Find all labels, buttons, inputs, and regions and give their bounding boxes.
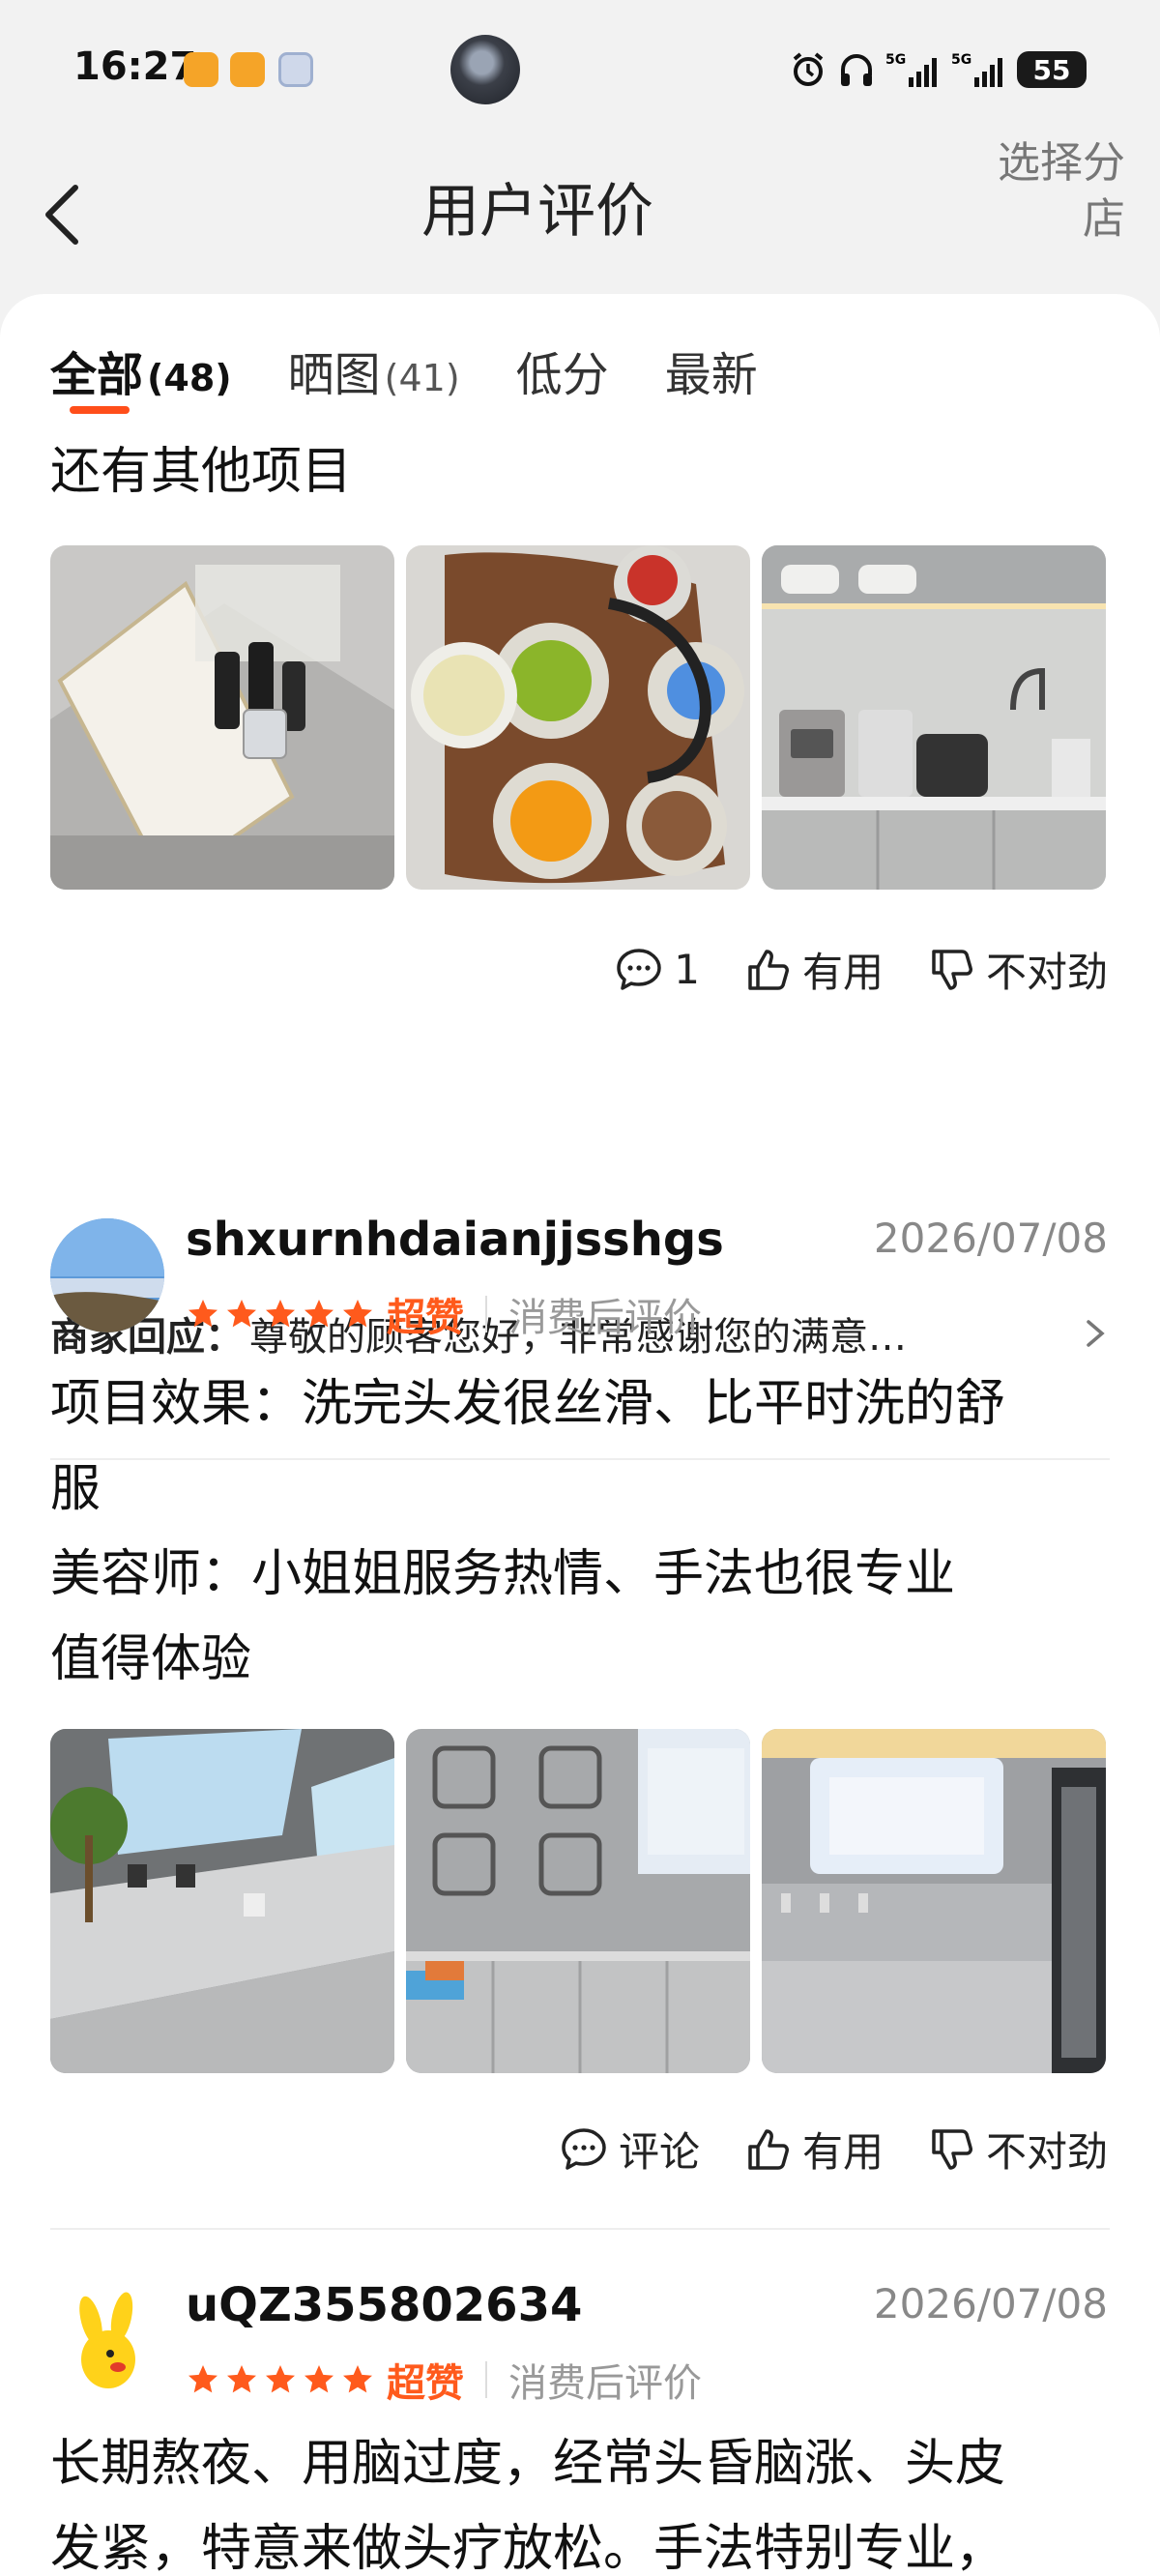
- review-text-line: 长期熬夜、用脑过度，经常头昏脑涨、头皮: [50, 2435, 1006, 2493]
- star-icon: [304, 2365, 334, 2393]
- comment-icon: [617, 948, 661, 990]
- battery-indicator: 55: [1017, 51, 1087, 88]
- reviews-card: 全部 (48) 晒图 (41) 低分 最新 还有其他项目 1 有用 不对劲 商家…: [0, 294, 1160, 2576]
- thumb-up-icon: [748, 949, 789, 990]
- review-date: 2026/07/08: [873, 2280, 1108, 2327]
- select-branch-button[interactable]: 选择分 店: [932, 135, 1125, 248]
- tab-label: 最新: [664, 348, 758, 402]
- star-rating: [186, 1297, 375, 1332]
- comment-label: 评论: [618, 2128, 700, 2176]
- review-date: 2026/07/08: [873, 1215, 1108, 1262]
- thumb-down-icon: [932, 2128, 972, 2170]
- thumb-up-icon: [748, 2128, 789, 2170]
- tab-all[interactable]: 全部 (48): [50, 337, 232, 404]
- rating-row: 超赞 消费后评价: [186, 2356, 702, 2406]
- star-icon: [188, 2365, 218, 2393]
- chat-notification-icon: [278, 52, 313, 87]
- comment-button[interactable]: 评论: [559, 2120, 700, 2179]
- star-icon: [343, 2365, 372, 2393]
- tab-photos[interactable]: 晒图 (41): [288, 337, 460, 404]
- comment-icon: [562, 2127, 606, 2170]
- chevron-right-icon: [1087, 1320, 1105, 1347]
- star-icon: [227, 2365, 256, 2393]
- star-icon: [304, 1300, 334, 1328]
- status-time: 16:27: [73, 44, 197, 89]
- useful-label: 有用: [801, 2128, 884, 2176]
- reviewer-name[interactable]: shxurnhdaianjjsshgs: [186, 1213, 724, 1267]
- review-text-line: 美容师：小姐姐服务热情、手法也很专业: [50, 1545, 956, 1603]
- review-divider: [50, 2228, 1110, 2230]
- review-photos: [50, 1729, 1106, 2073]
- review-photo[interactable]: [762, 545, 1106, 890]
- star-icon: [266, 1300, 295, 1328]
- review-text-line: 发紧，特意来做头疗放松。手法特别专业，: [50, 2520, 1006, 2576]
- tab-label: 低分: [515, 348, 609, 402]
- not-right-label: 不对劲: [985, 949, 1108, 996]
- separator: [485, 1296, 487, 1332]
- review-actions: 评论 有用 不对劲: [559, 2120, 1108, 2179]
- review-photos: [50, 545, 1106, 890]
- active-tab-indicator: [70, 406, 130, 414]
- headphones-icon: [841, 54, 872, 86]
- reviewer-name[interactable]: uQZ355802634: [186, 2278, 582, 2332]
- tab-count: (41): [384, 357, 460, 399]
- star-icon: [343, 1300, 372, 1328]
- svg-text:5G: 5G: [951, 52, 972, 68]
- review-photo[interactable]: [762, 1729, 1106, 2073]
- filter-tabs: 全部 (48) 晒图 (41) 低分 最新: [50, 337, 814, 404]
- star-rating: [186, 2362, 375, 2397]
- select-branch-label: 店: [1083, 194, 1125, 244]
- avatar[interactable]: [50, 2284, 164, 2398]
- status-icons: 5G 5G 55: [789, 46, 1087, 93]
- review-photo[interactable]: [406, 1729, 750, 2073]
- thumb-down-icon: [932, 949, 972, 990]
- status-bar: 16:27 5G 5G 55: [0, 0, 1160, 135]
- comment-button[interactable]: 1: [614, 945, 700, 995]
- review-photo[interactable]: [50, 545, 394, 890]
- alarm-icon: [793, 52, 824, 86]
- app-notification-icon: [184, 52, 218, 87]
- app-notification-icon: [230, 52, 265, 87]
- review-actions: 1 有用 不对劲: [614, 940, 1108, 999]
- post-consumption-label: 消费后评价: [508, 2361, 702, 2406]
- signal-5g-icon: 5G: [951, 52, 1002, 87]
- star-icon: [188, 1300, 218, 1328]
- not-right-button[interactable]: 不对劲: [928, 940, 1108, 999]
- tab-label: 晒图: [287, 348, 381, 402]
- review-text-line: 还有其他项目: [50, 443, 353, 501]
- useful-button[interactable]: 有用: [744, 940, 884, 999]
- tab-low-score[interactable]: 低分: [516, 337, 609, 404]
- svg-text:5G: 5G: [885, 52, 906, 68]
- select-branch-label: 选择分: [998, 138, 1125, 188]
- tab-count: (48): [147, 357, 232, 399]
- useful-button[interactable]: 有用: [744, 2120, 884, 2179]
- tab-label: 全部: [50, 348, 144, 402]
- useful-label: 有用: [801, 949, 884, 996]
- review-photo[interactable]: [50, 1729, 394, 2073]
- review-divider: [50, 1458, 1110, 1460]
- separator: [485, 2361, 487, 2398]
- post-consumption-label: 消费后评价: [508, 1296, 702, 1340]
- review-photo[interactable]: [406, 545, 750, 890]
- star-icon: [266, 2365, 295, 2393]
- floating-media-avatar[interactable]: [450, 35, 520, 104]
- review-text-line: 项目效果：洗完头发很丝滑、比平时洗的舒: [50, 1375, 1006, 1433]
- page-header: 用户评价 选择分 店: [0, 135, 1160, 290]
- signal-5g-icon: 5G: [885, 52, 937, 87]
- rating-word: 超赞: [387, 2361, 464, 2406]
- rating-word: 超赞: [387, 1296, 464, 1340]
- tab-latest[interactable]: 最新: [665, 337, 758, 404]
- not-right-label: 不对劲: [985, 2128, 1108, 2176]
- review-text-line: 值得体验: [50, 1630, 252, 1688]
- star-icon: [227, 1300, 256, 1328]
- not-right-button[interactable]: 不对劲: [928, 2120, 1108, 2179]
- page-title: 用户评价: [421, 178, 653, 246]
- rating-row: 超赞 消费后评价: [186, 1290, 702, 1340]
- avatar[interactable]: [50, 1218, 164, 1332]
- comment-count: 1: [674, 946, 700, 993]
- review-text-line: 服: [50, 1460, 102, 1518]
